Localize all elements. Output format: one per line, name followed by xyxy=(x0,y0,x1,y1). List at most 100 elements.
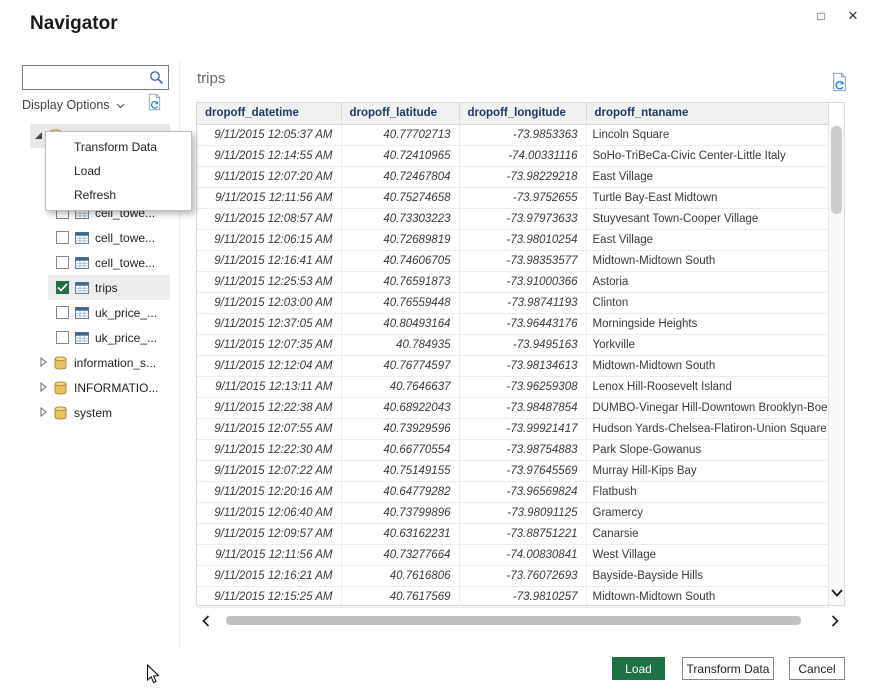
table-cell: 40.77702713 xyxy=(341,124,459,145)
checkbox-checked[interactable] xyxy=(56,281,69,294)
table-cell: -73.96259308 xyxy=(459,376,586,397)
expand-chevron-icon[interactable] xyxy=(40,381,47,395)
table-row: 9/11/2015 12:11:56 AM40.73277664-74.0083… xyxy=(197,544,828,565)
table-cell: SoHo-TriBeCa-Civic Center-Little Italy xyxy=(586,145,828,166)
table-cell: -73.98229218 xyxy=(459,166,586,187)
tree-item-label: information_s... xyxy=(74,356,156,370)
tree-item-label: uk_price_... xyxy=(95,306,157,320)
table-row: 9/11/2015 12:08:57 AM40.73303223-73.9797… xyxy=(197,208,828,229)
table-cell: 9/11/2015 12:09:57 AM xyxy=(197,523,341,544)
menu-item-refresh[interactable]: Refresh xyxy=(46,183,191,207)
scroll-left-icon[interactable] xyxy=(196,615,216,627)
table-icon xyxy=(75,282,89,294)
vertical-scrollbar-thumb[interactable] xyxy=(831,126,842,214)
maximize-icon[interactable]: □ xyxy=(807,4,835,28)
close-icon[interactable]: ✕ xyxy=(839,4,867,28)
table-row: 9/11/2015 12:12:04 AM40.76774597-73.9813… xyxy=(197,355,828,376)
column-header-dropoff-ntaname: dropoff_ntaname xyxy=(586,103,828,124)
table-cell: 40.63162231 xyxy=(341,523,459,544)
table-cell: Yorkville xyxy=(586,334,828,355)
table-row: 9/11/2015 12:07:55 AM40.73929596-73.9992… xyxy=(197,418,828,439)
table-cell: -73.96443176 xyxy=(459,313,586,334)
checkbox[interactable] xyxy=(56,256,69,269)
expand-chevron-icon[interactable] xyxy=(40,406,47,420)
vertical-scrollbar[interactable] xyxy=(828,124,844,605)
table-cell: East Village xyxy=(586,229,828,250)
table-icon xyxy=(75,307,89,319)
table-cell: 9/11/2015 12:12:04 AM xyxy=(197,355,341,376)
scroll-down-icon[interactable] xyxy=(829,584,844,602)
table-cell: Hudson Yards-Chelsea-Flatiron-Union Squa… xyxy=(586,418,828,439)
tree-item-information-s[interactable]: information_s... xyxy=(30,350,170,375)
table-cell: 40.66770554 xyxy=(341,439,459,460)
menu-item-transform-data[interactable]: Transform Data xyxy=(46,135,191,159)
preview-title: trips xyxy=(197,70,225,87)
table-cell: 40.75149155 xyxy=(341,460,459,481)
table-cell: 40.76591873 xyxy=(341,271,459,292)
table-cell: 40.76559448 xyxy=(341,292,459,313)
horizontal-scrollbar[interactable] xyxy=(196,612,845,629)
table-cell: 9/11/2015 12:07:22 AM xyxy=(197,460,341,481)
table-cell: -73.96569824 xyxy=(459,481,586,502)
tree-item-uk-price[interactable]: uk_price_... xyxy=(48,300,170,325)
data-grid: dropoff_datetimedropoff_latitudedropoff_… xyxy=(197,103,829,608)
tree-item-label: trips xyxy=(95,281,118,295)
search-input[interactable] xyxy=(27,67,145,88)
tree-item-system[interactable]: system xyxy=(30,400,170,425)
checkbox[interactable] xyxy=(56,331,69,344)
cancel-button[interactable]: Cancel xyxy=(789,657,845,680)
table-cell: 9/11/2015 12:16:21 AM xyxy=(197,565,341,586)
display-options-dropdown[interactable]: Display Options xyxy=(22,96,125,114)
table-cell: 9/11/2015 12:11:56 AM xyxy=(197,187,341,208)
table-cell: -73.76072693 xyxy=(459,565,586,586)
tree-item-trips[interactable]: trips xyxy=(48,275,170,300)
horizontal-scrollbar-track[interactable] xyxy=(216,616,825,626)
table-cell: West Village xyxy=(586,544,828,565)
expand-chevron-icon[interactable] xyxy=(40,356,47,370)
table-cell: -73.9495163 xyxy=(459,334,586,355)
table-cell: -73.98754883 xyxy=(459,439,586,460)
scroll-right-icon[interactable] xyxy=(825,615,845,627)
search-box[interactable] xyxy=(22,65,169,90)
search-icon[interactable] xyxy=(149,70,164,90)
table-cell: Lincoln Square xyxy=(586,124,828,145)
tree-folder-list: information_s... INFORMATIO...system xyxy=(30,350,170,425)
table-cell: Midtown-Midtown South xyxy=(586,355,828,376)
table-cell: Astoria xyxy=(586,271,828,292)
table-cell: Canarsie xyxy=(586,523,828,544)
table-cell: Park Slope-Gowanus xyxy=(586,439,828,460)
checkbox[interactable] xyxy=(56,306,69,319)
table-cell: -73.9752655 xyxy=(459,187,586,208)
table-row: 9/11/2015 12:37:05 AM40.80493164-73.9644… xyxy=(197,313,828,334)
collapse-triangle-icon[interactable] xyxy=(34,129,43,143)
table-cell: 40.73303223 xyxy=(341,208,459,229)
table-cell: -73.98353577 xyxy=(459,250,586,271)
table-cell: 9/11/2015 12:08:57 AM xyxy=(197,208,341,229)
table-cell: -73.88751221 xyxy=(459,523,586,544)
table-cell: -73.98134613 xyxy=(459,355,586,376)
table-cell: 9/11/2015 12:15:25 AM xyxy=(197,586,341,607)
tree-item-cell-towe[interactable]: cell_towe... xyxy=(48,225,170,250)
table-row: 9/11/2015 12:22:38 AM40.68922043-73.9848… xyxy=(197,397,828,418)
table-cell: Midtown-Midtown South xyxy=(586,586,828,607)
table-cell: 9/11/2015 12:06:40 AM xyxy=(197,502,341,523)
checkbox[interactable] xyxy=(56,231,69,244)
tree-item-uk-price[interactable]: uk_price_... xyxy=(48,325,170,350)
transform-data-button[interactable]: Transform Data xyxy=(682,657,774,680)
refresh-preview-icon[interactable] xyxy=(830,72,849,97)
table-row: 9/11/2015 12:07:22 AM40.75149155-73.9764… xyxy=(197,460,828,481)
tree-item-informatio[interactable]: INFORMATIO... xyxy=(30,375,170,400)
table-row: 9/11/2015 12:16:21 AM40.7616806-73.76072… xyxy=(197,565,828,586)
refresh-icon[interactable] xyxy=(146,93,163,116)
table-cell: 9/11/2015 12:16:41 AM xyxy=(197,250,341,271)
load-button[interactable]: Load xyxy=(612,657,665,680)
table-cell: 40.76774597 xyxy=(341,355,459,376)
table-cell: Midtown-Midtown South xyxy=(586,250,828,271)
table-cell: 40.80493164 xyxy=(341,313,459,334)
horizontal-scrollbar-thumb[interactable] xyxy=(226,616,801,625)
context-menu: Transform DataLoadRefresh xyxy=(45,131,192,211)
menu-item-load[interactable]: Load xyxy=(46,159,191,183)
table-cell: -73.9810257 xyxy=(459,586,586,607)
table-cell: -74.00331116 xyxy=(459,145,586,166)
tree-item-cell-towe[interactable]: cell_towe... xyxy=(48,250,170,275)
